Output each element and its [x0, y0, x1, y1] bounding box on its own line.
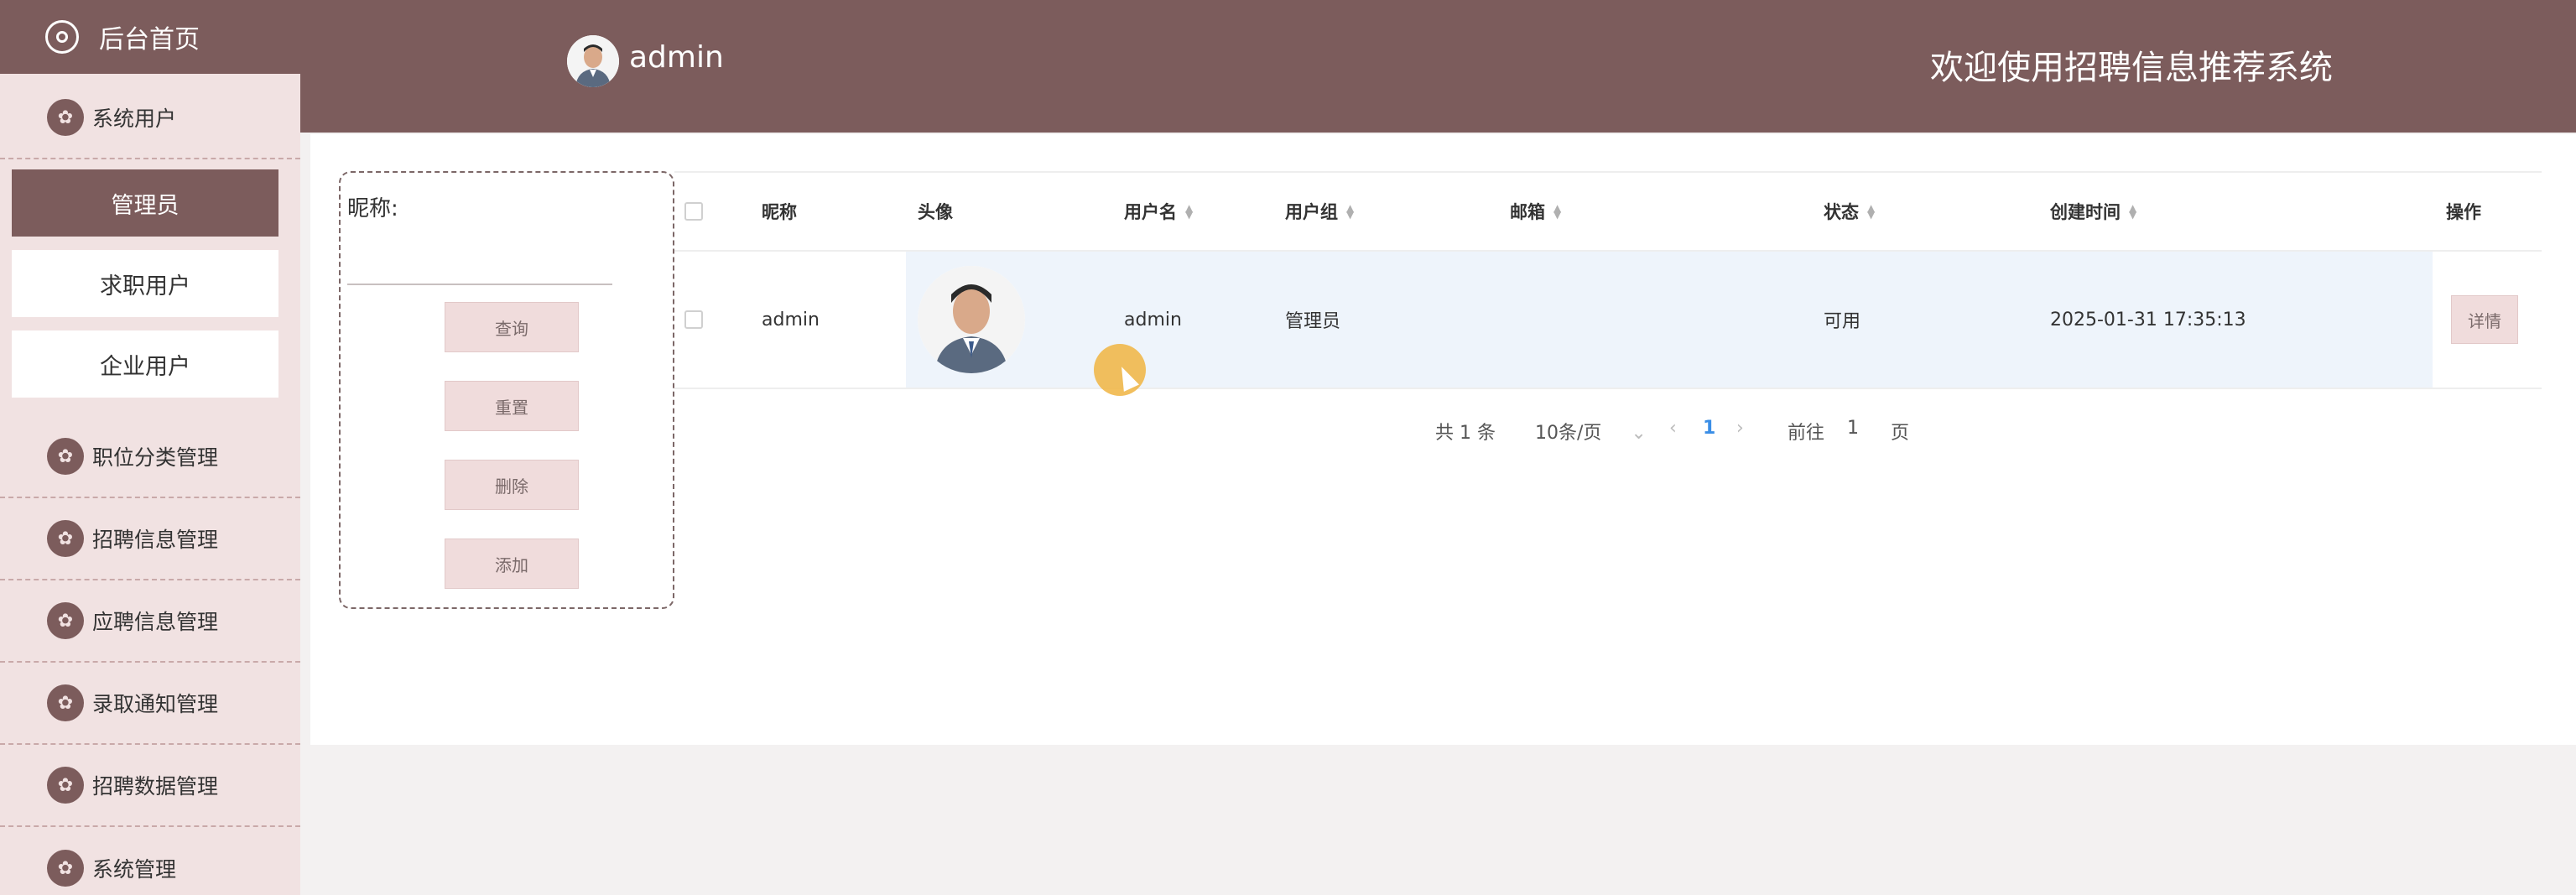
sidebar-subitem-label: 求职用户: [100, 273, 190, 299]
sidebar-home-label: 后台首页: [99, 25, 200, 55]
sidebar-item-label: 录取通知管理: [92, 692, 219, 716]
sidebar-subitem-admin[interactable]: 管理员: [12, 169, 278, 237]
column-header-label: 状态: [1824, 202, 1859, 222]
column-header-nickname: 昵称: [762, 202, 797, 222]
home-icon: [45, 20, 79, 54]
sidebar-item-recruitment-data[interactable]: ✿ 招聘数据管理: [0, 745, 300, 827]
sort-icon[interactable]: ▲ ▼: [1553, 203, 1561, 220]
pagination-total: 共 1 条: [1435, 423, 1496, 444]
menu-icon: ✿: [47, 684, 84, 721]
table-header-row: 昵称 头像 用户名 ▲ ▼ 用户组 ▲ ▼ 邮箱 ▲ ▼ 状态 ▲ ▼ 创建时间 ▲ ▼: [674, 171, 2542, 252]
cell-nickname: admin: [762, 309, 820, 330]
sidebar: 后台首页 ✿ 系统用户 管理员 求职用户 企业用户 ✿ 职位分类管理 ✿ 招聘信…: [0, 0, 300, 895]
sort-icon[interactable]: ▲ ▼: [1185, 203, 1193, 220]
menu-icon: ✿: [47, 767, 84, 804]
sidebar-item-label: 招聘数据管理: [92, 774, 219, 799]
column-header-actions: 操作: [2446, 202, 2481, 222]
column-header-avatar: 头像: [918, 202, 953, 222]
top-header: admin 欢迎使用招聘信息推荐系统: [300, 0, 2576, 133]
sidebar-subitem-job-seekers[interactable]: 求职用户: [12, 250, 278, 317]
cell-status: 可用: [1824, 311, 1861, 332]
sidebar-subitem-label: 管理员: [111, 192, 180, 219]
header-welcome-title: 欢迎使用招聘信息推荐系统: [1930, 49, 2333, 87]
table-row[interactable]: admin admin 管理员 可用 2025-01-31 17:35:13 详…: [674, 252, 2542, 389]
column-header-label: 创建时间: [2050, 202, 2121, 222]
sidebar-item-label: 职位分类管理: [92, 445, 219, 470]
sidebar-subitem-enterprise-users[interactable]: 企业用户: [12, 330, 278, 398]
menu-icon: ✿: [47, 520, 84, 557]
search-panel: 昵称: 查询 重置 删除 添加: [339, 171, 674, 609]
page-size-select[interactable]: 10条/页 ⌄: [1535, 418, 1647, 445]
column-header-status[interactable]: 状态 ▲ ▼: [1824, 173, 1875, 250]
search-label: 昵称:: [347, 196, 398, 221]
sidebar-item-label: 系统用户: [92, 107, 177, 131]
select-all-checkbox[interactable]: [684, 202, 703, 221]
menu-icon: ✿: [47, 602, 84, 639]
query-button[interactable]: 查询: [445, 302, 579, 352]
sidebar-item-admission-notice[interactable]: ✿ 录取通知管理: [0, 663, 300, 745]
goto-suffix: 页: [1891, 423, 1910, 444]
column-header-label: 用户组: [1285, 202, 1338, 222]
sidebar-item-job-category[interactable]: ✿ 职位分类管理: [0, 416, 300, 498]
row-checkbox[interactable]: [684, 310, 703, 329]
delete-button[interactable]: 删除: [445, 460, 579, 510]
header-username[interactable]: admin: [629, 40, 724, 75]
reset-button[interactable]: 重置: [445, 381, 579, 431]
sidebar-item-label: 应聘信息管理: [92, 610, 219, 634]
avatar[interactable]: [567, 35, 619, 87]
page-size-label: 10条/页: [1535, 423, 1602, 444]
avatar-image: [567, 35, 619, 87]
sort-icon[interactable]: ▲ ▼: [1346, 203, 1354, 220]
prev-page-icon[interactable]: ‹: [1669, 418, 1677, 439]
goto-prefix: 前往: [1788, 423, 1825, 444]
column-header-email[interactable]: 邮箱 ▲ ▼: [1510, 173, 1561, 250]
cell-group: 管理员: [1285, 311, 1341, 332]
sort-icon[interactable]: ▲ ▼: [2129, 203, 2136, 220]
sidebar-subitem-label: 企业用户: [100, 353, 190, 380]
column-header-label: 用户名: [1124, 202, 1177, 222]
sidebar-home[interactable]: 后台首页: [0, 0, 300, 74]
cell-created: 2025-01-31 17:35:13: [2050, 309, 2246, 330]
menu-icon: ✿: [47, 438, 84, 475]
sidebar-item-system-management[interactable]: ✿ 系统管理: [0, 827, 300, 895]
column-header-created[interactable]: 创建时间 ▲ ▼: [2050, 173, 2136, 250]
avatar: [918, 266, 1025, 373]
nickname-search-input[interactable]: [347, 245, 612, 285]
main-content: 昵称: 查询 重置 删除 添加 昵称 头像 用户名 ▲ ▼ 用户组 ▲ ▼ 邮箱 ▲…: [310, 134, 2576, 745]
goto-page-input[interactable]: 1: [1847, 418, 1859, 439]
sidebar-item-label: 招聘信息管理: [92, 528, 219, 552]
add-button[interactable]: 添加: [445, 539, 579, 589]
sort-icon[interactable]: ▲ ▼: [1867, 203, 1875, 220]
sidebar-item-recruitment-info[interactable]: ✿ 招聘信息管理: [0, 498, 300, 580]
detail-button[interactable]: 详情: [2451, 295, 2518, 344]
next-page-icon[interactable]: ›: [1736, 418, 1744, 439]
avatar-image: [918, 266, 1025, 373]
chevron-down-icon: ⌄: [1631, 423, 1647, 444]
menu-icon: ✿: [47, 850, 84, 887]
column-header-username[interactable]: 用户名 ▲ ▼: [1124, 173, 1193, 250]
column-header-label: 邮箱: [1510, 202, 1545, 222]
menu-icon: ✿: [47, 99, 84, 136]
sidebar-item-system-users[interactable]: ✿ 系统用户: [0, 77, 300, 159]
sidebar-item-application-info[interactable]: ✿ 应聘信息管理: [0, 580, 300, 663]
page-number-current[interactable]: 1: [1703, 418, 1715, 439]
column-header-group[interactable]: 用户组 ▲ ▼: [1285, 173, 1354, 250]
sidebar-item-label: 系统管理: [92, 857, 177, 882]
